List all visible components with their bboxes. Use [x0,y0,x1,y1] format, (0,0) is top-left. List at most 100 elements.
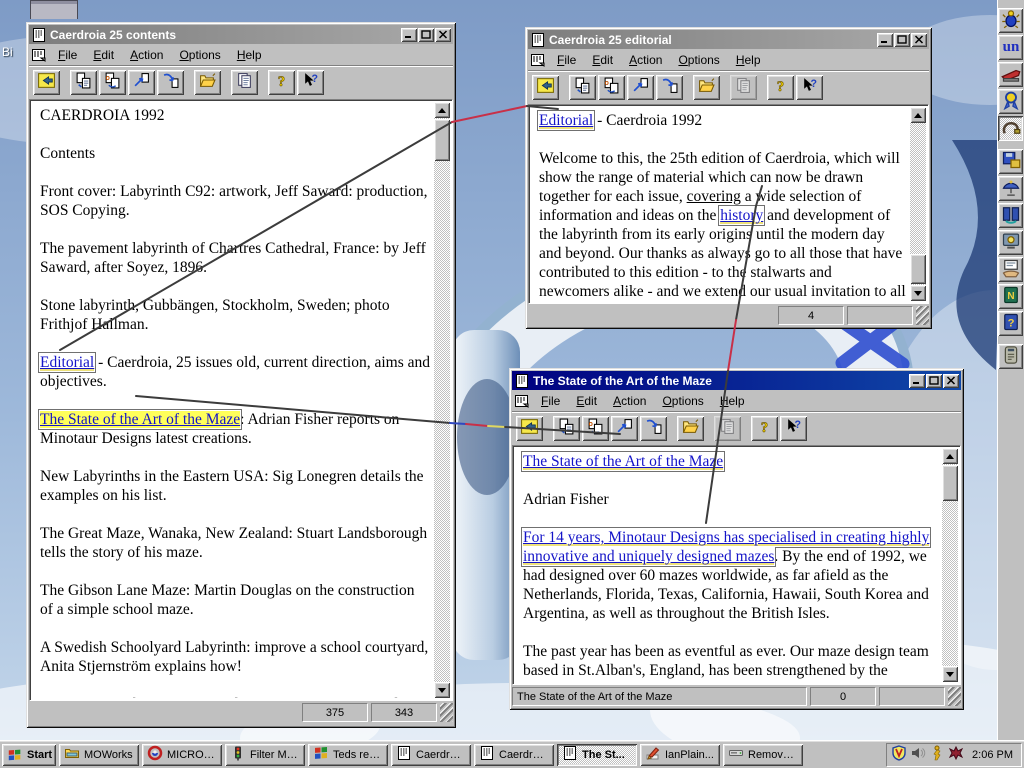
menu-options[interactable]: Options [671,51,726,69]
copy-text-button[interactable] [714,415,741,441]
menu-file[interactable]: File [51,46,84,64]
disk-stack-icon[interactable] [998,149,1023,174]
maximize-button[interactable] [418,27,434,42]
document-window-icon[interactable] [514,373,530,389]
back-button[interactable] [516,415,543,441]
document-menu-icon[interactable] [31,47,47,63]
menu-edit[interactable]: Edit [569,392,604,410]
taskbar-button-microc[interactable]: MICROC... [142,743,222,766]
document-text[interactable]: The State of the Art of the Maze Adrian … [515,448,942,682]
copy-document-button[interactable] [70,69,97,95]
titlebar[interactable]: The State of the Art of the Maze [512,371,961,390]
taskbar-button-teds-ren[interactable]: Teds ren... [308,743,388,766]
context-help-button[interactable]: ? [780,415,807,441]
taskbar-button-caerdroia[interactable]: Caerdroia... [474,743,554,766]
hyperlink-anchor[interactable]: The State of the Art of the Maze [520,451,726,472]
open-document-button[interactable] [194,69,221,95]
hyperlink-anchor[interactable]: Editorial [37,352,97,373]
minimize-button[interactable] [909,373,925,388]
menu-file[interactable]: File [550,51,583,69]
scrollbar-thumb[interactable] [910,254,926,284]
document-window-icon[interactable] [530,32,546,48]
minimize-button[interactable] [877,32,893,47]
hyperlink-anchor[interactable]: history [718,205,766,226]
titlebar[interactable]: Caerdroia 25 contents [29,25,453,44]
open-document-button[interactable] [677,415,704,441]
taskbar-button-moworks[interactable]: MOWorks [59,743,139,766]
user-agent-icon[interactable] [929,745,945,764]
dish-icon[interactable] [998,176,1023,201]
context-help-button[interactable]: ? [796,74,823,100]
book-sync-icon[interactable] [998,203,1023,228]
replace-document-button[interactable]: o [582,415,609,441]
partial-desktop-icon[interactable] [30,0,78,19]
replace-document-button[interactable]: o [99,69,126,95]
replace-document-button[interactable]: o [598,74,625,100]
antivirus-shield-icon[interactable] [891,745,907,764]
resize-grip[interactable] [440,703,453,722]
make-link-button[interactable] [640,415,667,441]
start-button[interactable]: Start [2,743,56,766]
make-link-button[interactable] [157,69,184,95]
badge-icon[interactable] [998,89,1023,114]
minimize-button[interactable] [401,27,417,42]
open-document-button[interactable] [693,74,720,100]
copy-text-button[interactable] [231,69,258,95]
menu-help[interactable]: Help [729,51,768,69]
menu-help[interactable]: Help [230,46,269,64]
follow-link-button[interactable] [611,415,638,441]
scroll-down-button[interactable] [910,285,926,301]
help-button[interactable]: ? [751,415,778,441]
scroll-up-button[interactable] [434,102,450,118]
taskbar-button-removab[interactable]: Removab... [723,743,803,766]
clock[interactable]: 2:06 PM [972,749,1013,761]
help-button[interactable]: ? [767,74,794,100]
viewer-icon[interactable] [998,230,1023,255]
copy-text-button[interactable] [730,74,757,100]
document-text[interactable]: CAERDROIA 1992 Contents Front cover: Lab… [32,102,434,698]
volume-icon[interactable] [910,745,926,764]
help-button[interactable]: ? [268,69,295,95]
document-window-icon[interactable] [31,27,47,43]
back-button[interactable] [532,74,559,100]
copy-document-button[interactable] [553,415,580,441]
close-button[interactable] [435,27,451,42]
menu-help[interactable]: Help [713,392,752,410]
vertical-scrollbar[interactable] [434,102,450,698]
taskbar-button-caerdroia[interactable]: Caerdroia... [391,743,471,766]
document-text[interactable]: Editorial - Caerdroia 1992 Welcome to th… [531,107,910,301]
scrollbar-thumb[interactable] [942,465,958,501]
copy-document-button[interactable] [569,74,596,100]
document-menu-icon[interactable] [530,52,546,68]
maximize-button[interactable] [926,373,942,388]
scrollbar-thumb[interactable] [434,119,450,161]
taskbar-button-filter-man[interactable]: Filter Man... [225,743,305,766]
scroll-down-button[interactable] [434,682,450,698]
vertical-scrollbar[interactable] [910,107,926,301]
hyperlink-anchor[interactable]: Editorial [536,110,596,131]
hyperlink-anchor[interactable]: The State of the Art of the Maze [37,409,243,430]
close-button[interactable] [943,373,959,388]
menu-action[interactable]: Action [123,46,170,64]
document-menu-icon[interactable] [514,393,530,409]
stapler-icon[interactable] [998,62,1023,87]
cable-icon[interactable] [998,116,1023,141]
scroll-up-button[interactable] [942,448,958,464]
scheduler-icon[interactable] [948,745,964,764]
taskbar-button-the-st[interactable]: The St... [557,743,637,766]
notebook-icon[interactable]: N [998,284,1023,309]
scanner-icon[interactable] [998,344,1023,369]
hand-card-icon[interactable] [998,257,1023,282]
scroll-down-button[interactable] [942,666,958,682]
titlebar[interactable]: Caerdroia 25 editorial [528,30,929,49]
scroll-up-button[interactable] [910,107,926,123]
bug-icon[interactable] [998,8,1023,33]
follow-link-button[interactable] [627,74,654,100]
maximize-button[interactable] [894,32,910,47]
resize-grip[interactable] [948,687,961,706]
query-book-icon[interactable]: ? [998,311,1023,336]
menu-options[interactable]: Options [655,392,710,410]
menu-options[interactable]: Options [172,46,227,64]
letters-icon[interactable]: un [998,35,1023,60]
vertical-scrollbar[interactable] [942,448,958,682]
